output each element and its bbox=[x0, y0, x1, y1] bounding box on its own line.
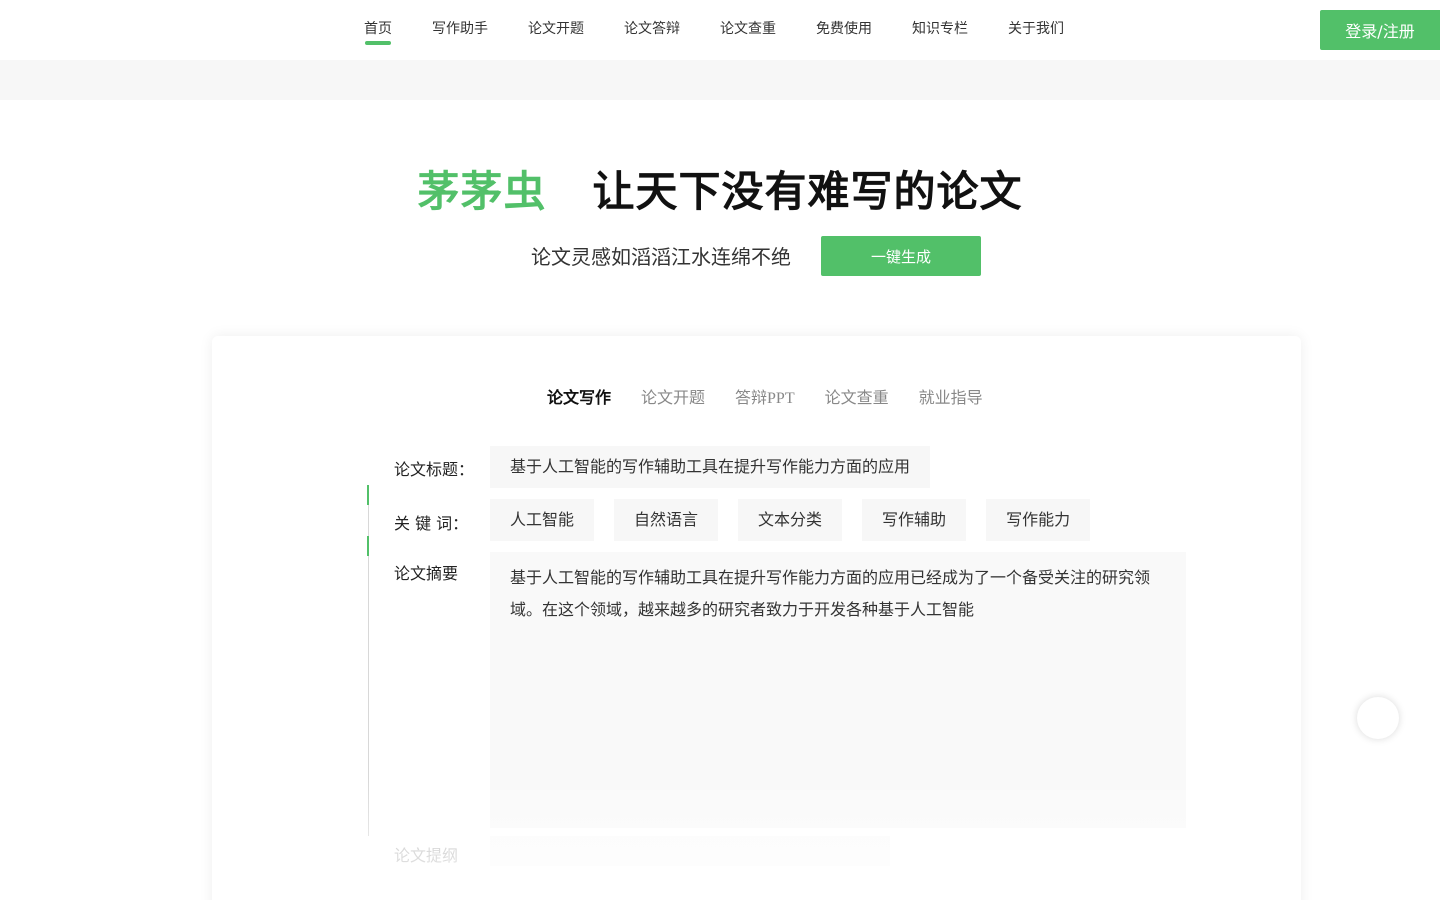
thesis-title-field[interactable]: 基于人工智能的写作辅助工具在提升写作能力方面的应用 bbox=[490, 446, 930, 488]
keyword-chip[interactable]: 写作能力 bbox=[986, 499, 1091, 541]
top-navbar: 首页 写作助手 论文开题 论文答辩 论文查重 免费使用 知识专栏 关于我们 登录… bbox=[0, 0, 1440, 60]
keyword-chip[interactable]: 文本分类 bbox=[738, 499, 843, 541]
tab-thesis-writing[interactable]: 论文写作 bbox=[547, 386, 611, 412]
tab-label: 论文写作 bbox=[547, 390, 612, 407]
one-click-generate-button[interactable]: 一键生成 bbox=[821, 236, 981, 276]
nav-about-us[interactable]: 关于我们 bbox=[1008, 0, 1064, 60]
title-label: 论文标题： bbox=[394, 460, 475, 479]
outline-label: 论文提纲 bbox=[394, 846, 459, 865]
hero-subtitle: 论文灵感如滔滔江水连绵不绝 bbox=[531, 245, 791, 269]
keyword-chip[interactable]: 人工智能 bbox=[490, 499, 595, 541]
keyword-list: 人工智能 自然语言 文本分类 写作辅助 写作能力 bbox=[490, 499, 1091, 541]
feature-tabs: 论文写作 论文开题 答辩PPT 论文查重 就业指导 bbox=[547, 386, 983, 412]
floating-action-button[interactable] bbox=[1357, 697, 1399, 739]
progress-mark bbox=[367, 485, 369, 505]
keywords-label: 关 键 词： bbox=[394, 514, 469, 533]
writing-card: 论文写作 论文开题 答辩PPT 论文查重 就业指导 论文标题： 基于人工智能的写… bbox=[212, 336, 1301, 900]
tab-plagiarism-check[interactable]: 论文查重 bbox=[825, 386, 889, 412]
abstract-label: 论文摘要 bbox=[394, 564, 459, 583]
tab-career-guidance[interactable]: 就业指导 bbox=[919, 386, 983, 412]
tab-thesis-proposal[interactable]: 论文开题 bbox=[641, 386, 705, 412]
nav-thesis-proposal[interactable]: 论文开题 bbox=[528, 0, 584, 60]
nav-writing-assistant[interactable]: 写作助手 bbox=[432, 0, 488, 60]
nav-free-use[interactable]: 免费使用 bbox=[816, 0, 872, 60]
main-nav: 首页 写作助手 论文开题 论文答辩 论文查重 免费使用 知识专栏 关于我们 bbox=[364, 0, 1064, 60]
keyword-chip[interactable]: 自然语言 bbox=[614, 499, 719, 541]
nav-thesis-defense[interactable]: 论文答辩 bbox=[624, 0, 680, 60]
nav-home[interactable]: 首页 bbox=[364, 0, 392, 60]
progress-mark bbox=[367, 536, 369, 556]
tab-defense-ppt[interactable]: 答辩PPT bbox=[735, 386, 795, 412]
brand-name: 茅茅虫 bbox=[417, 167, 547, 216]
login-register-button[interactable]: 登录/注册 bbox=[1320, 10, 1440, 50]
hero-title: 茅茅虫 让天下没有难写的论文 bbox=[0, 158, 1440, 219]
abstract-textarea[interactable]: 基于人工智能的写作辅助工具在提升写作能力方面的应用已经成为了一个备受关注的研究领… bbox=[490, 552, 1186, 828]
header-divider-band bbox=[0, 60, 1440, 100]
keyword-chip[interactable]: 写作辅助 bbox=[862, 499, 967, 541]
hero-slogan: 让天下没有难写的论文 bbox=[592, 167, 1023, 216]
nav-knowledge-column[interactable]: 知识专栏 bbox=[912, 0, 968, 60]
outline-field[interactable] bbox=[490, 836, 890, 866]
nav-plagiarism-check[interactable]: 论文查重 bbox=[720, 0, 776, 60]
